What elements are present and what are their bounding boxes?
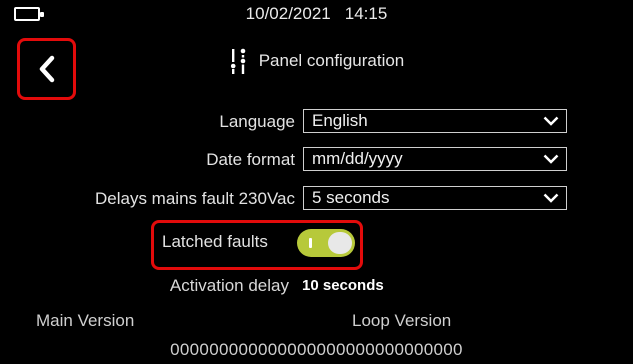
chevron-down-icon (543, 193, 559, 203)
toggle-on-mark (309, 238, 312, 248)
page-title: Panel configuration (258, 51, 405, 70)
language-select[interactable]: English (303, 109, 567, 133)
loop-version-label: Loop Version (352, 311, 452, 330)
version-serial: 000000000000000000000000000000 (170, 340, 463, 359)
status-date: 10/02/2021 (245, 4, 331, 23)
activation-delay-value: 10 seconds (302, 277, 384, 294)
status-datetime: 10/02/2021 14:15 (0, 4, 633, 24)
chevron-down-icon (543, 154, 559, 164)
toggle-knob (328, 232, 352, 254)
activation-delay-label: Activation delay (169, 276, 289, 295)
settings-sliders-icon (230, 48, 246, 74)
date-format-label: Date format (206, 150, 295, 169)
delays-mains-fault-value: 5 seconds (312, 188, 390, 207)
latched-faults-label: Latched faults (162, 232, 268, 251)
date-format-select[interactable]: mm/dd/yyyy (303, 147, 567, 171)
main-version-label: Main Version (36, 311, 135, 330)
language-label: Language (219, 112, 295, 131)
page-header: Panel configuration (0, 47, 633, 75)
date-format-value: mm/dd/yyyy (312, 149, 403, 168)
latched-faults-toggle[interactable] (297, 229, 355, 257)
chevron-down-icon (543, 116, 559, 126)
language-value: English (312, 111, 368, 130)
status-time: 14:15 (344, 4, 388, 23)
delays-mains-fault-label: Delays mains fault 230Vac (94, 189, 295, 208)
delays-mains-fault-select[interactable]: 5 seconds (303, 186, 567, 210)
